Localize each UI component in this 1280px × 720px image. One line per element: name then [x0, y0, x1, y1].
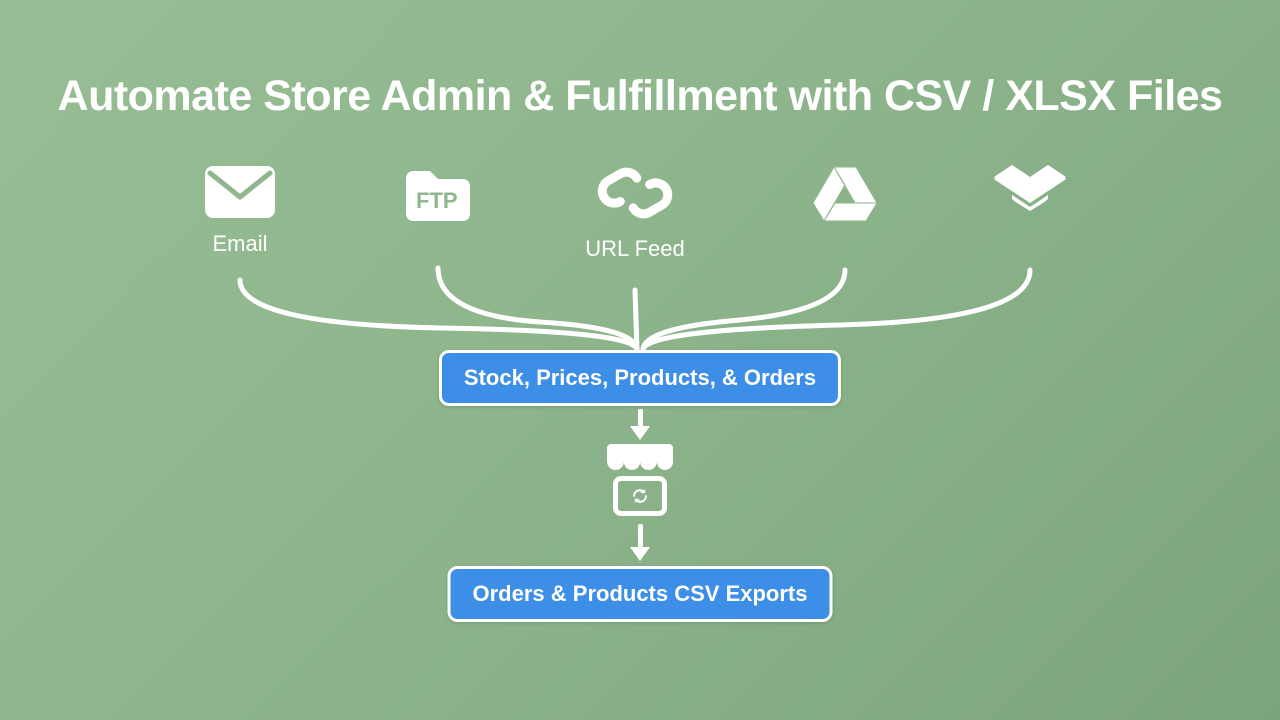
google-drive-icon — [811, 165, 879, 223]
folder-icon: FTP — [402, 165, 474, 223]
source-url-label: URL Feed — [575, 236, 695, 262]
source-dropbox — [970, 165, 1090, 225]
source-url: URL Feed — [575, 162, 695, 262]
sync-icon — [631, 487, 649, 505]
source-ftp: FTP — [378, 165, 498, 223]
ftp-text: FTP — [416, 188, 458, 213]
arrow-head-icon — [630, 547, 650, 561]
source-gdrive — [785, 165, 905, 223]
exports-box: Orders & Products CSV Exports — [448, 566, 833, 622]
email-icon — [204, 165, 276, 219]
source-email: Email — [180, 165, 300, 257]
diagram-canvas: Automate Store Admin & Fulfillment with … — [0, 0, 1280, 720]
source-email-label: Email — [180, 231, 300, 257]
imports-box: Stock, Prices, Products, & Orders — [439, 350, 841, 406]
store-icon — [600, 444, 680, 516]
link-icon — [596, 162, 674, 224]
page-title: Automate Store Admin & Fulfillment with … — [0, 72, 1280, 121]
dropbox-icon — [994, 165, 1066, 225]
arrow-head-icon — [630, 426, 650, 440]
